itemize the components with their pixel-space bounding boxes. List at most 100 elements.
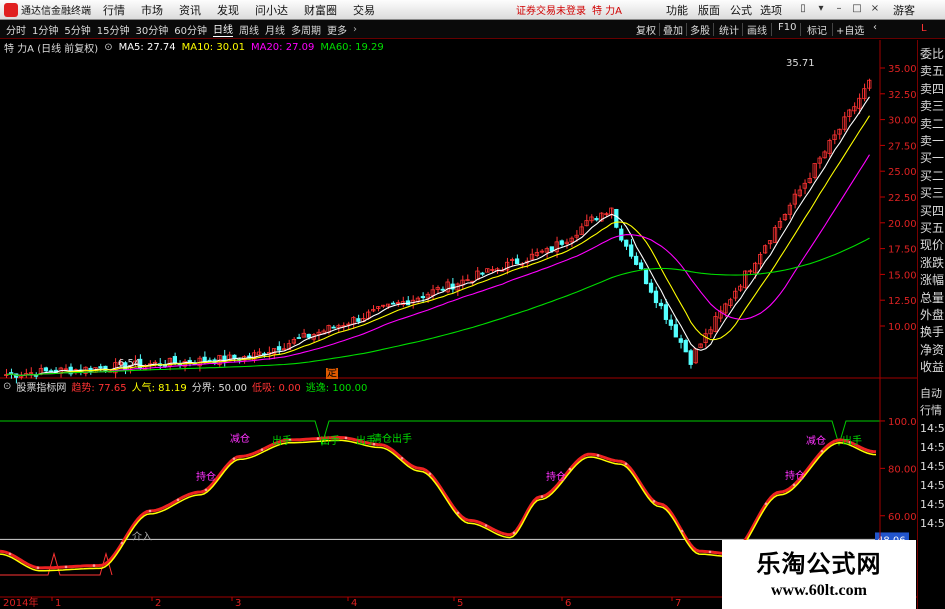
panel-field: 涨幅 <box>920 273 945 288</box>
trend-dot <box>652 500 656 503</box>
candle-body <box>440 288 445 291</box>
panel-field: 买一 <box>920 151 945 166</box>
candle-body <box>306 333 311 338</box>
signal-label: 持仓 <box>785 471 805 482</box>
panel-corner[interactable]: L <box>921 23 927 34</box>
candlestick-series <box>4 78 872 384</box>
tab-quote[interactable]: 行情 <box>920 402 945 418</box>
panel-time: 14:50 <box>920 498 945 511</box>
watermark-url: www.60lt.com <box>771 582 867 599</box>
candle-body <box>658 302 664 307</box>
trend-dot <box>540 495 544 498</box>
trend-dot <box>624 462 628 466</box>
price-tick-label: 17.50 <box>888 245 917 256</box>
candle-body <box>668 319 674 326</box>
indicator-tick-label: 60.00 <box>888 512 917 523</box>
trend-dot <box>792 483 796 487</box>
month-label: 2 <box>155 598 161 609</box>
candle-body <box>688 350 693 365</box>
month-label: 1 <box>55 598 61 609</box>
chart-canvas[interactable]: 35.00 32.50 30.00 27.50 25.00 22.50 20.00 17.50… <box>0 0 945 609</box>
month-label: 5 <box>457 598 463 609</box>
trend-dot <box>708 550 712 554</box>
candle-body <box>172 356 177 364</box>
candle-body <box>648 282 654 293</box>
candle-body <box>619 228 624 241</box>
trend-dot <box>820 449 824 453</box>
candle-body <box>594 218 599 221</box>
trend-dot <box>8 552 12 556</box>
panel-time: 14:50 <box>920 441 945 454</box>
candle-body <box>202 356 207 363</box>
candle-body <box>331 326 336 329</box>
trend-dot <box>568 467 572 471</box>
candle-body <box>480 272 485 275</box>
panel-field: 买二 <box>920 168 945 183</box>
trend-dot <box>456 511 460 515</box>
candle-body <box>549 246 554 252</box>
signal-label: 持仓 <box>196 472 216 483</box>
trend-dot <box>232 457 236 460</box>
tab-auto[interactable]: 自动 <box>920 385 945 401</box>
candle-body <box>634 255 639 265</box>
trend-dot <box>204 488 208 492</box>
candle-body <box>9 372 14 375</box>
trend-dot <box>64 565 68 569</box>
trend-dot <box>36 566 40 570</box>
panel-field: 卖四 <box>920 81 945 96</box>
trend-dot <box>148 509 152 513</box>
candle-body <box>673 324 678 338</box>
candle-body <box>514 258 520 265</box>
panel-field: 卖三 <box>920 99 945 114</box>
trend-dot <box>316 437 320 440</box>
panel-field: 买三 <box>920 186 945 201</box>
candle-body <box>356 318 361 322</box>
price-tick-label: 12.50 <box>888 296 917 307</box>
panel-time: 14:50 <box>920 479 945 492</box>
trend-dot <box>92 564 96 567</box>
panel-field: 现价 <box>920 238 945 253</box>
watermark: 乐淘公式网 www.60lt.com <box>722 540 916 609</box>
panel-field: 卖二 <box>920 116 945 131</box>
trend-dot <box>764 502 768 506</box>
panel-time: 14:50 <box>920 422 945 435</box>
candle-body <box>559 240 564 245</box>
trend-dot <box>680 529 684 533</box>
panel-field: 卖一 <box>920 134 945 148</box>
panel-field: 总量 <box>920 290 945 305</box>
panel-field: 委比 <box>920 47 945 61</box>
panel-time: 14:50 <box>920 460 945 473</box>
price-tick-label: 10.00 <box>888 322 917 333</box>
candle-body <box>276 346 282 351</box>
trend-dot <box>344 436 348 440</box>
candle-body <box>678 338 683 343</box>
panel-field: 换手 <box>920 325 945 340</box>
candle-body <box>614 208 619 228</box>
candle-body <box>663 304 669 320</box>
signal-label: 出手 <box>320 436 340 447</box>
candle-body <box>296 337 302 339</box>
price-tick-label: 15.00 <box>888 270 917 281</box>
candle-body <box>624 239 629 247</box>
panel-field: 买四 <box>920 203 945 218</box>
panel-field: 收益 <box>920 360 945 375</box>
low-price-label: 6.54 <box>118 358 141 369</box>
month-label: 3 <box>235 598 241 609</box>
signal-label: 出手 <box>842 436 862 447</box>
trend-dot <box>596 454 600 457</box>
signal-label: 介入 <box>132 532 152 543</box>
prompt-marker[interactable]: 定 <box>326 368 338 379</box>
price-tick-label: 32.50 <box>888 90 917 101</box>
trend-dot <box>428 472 432 476</box>
candle-body <box>420 296 426 299</box>
signal-label: 持仓 <box>546 472 566 483</box>
panel-field: 卖五 <box>920 64 945 79</box>
panel-field: 净资 <box>920 342 945 357</box>
ma5-line <box>6 96 870 376</box>
candle-body <box>643 268 649 285</box>
candle-body <box>653 290 659 304</box>
trend-dot <box>400 456 404 460</box>
price-tick-label: 22.50 <box>888 193 917 204</box>
panel-field: 买五 <box>920 221 945 235</box>
month-label: 7 <box>675 598 681 609</box>
